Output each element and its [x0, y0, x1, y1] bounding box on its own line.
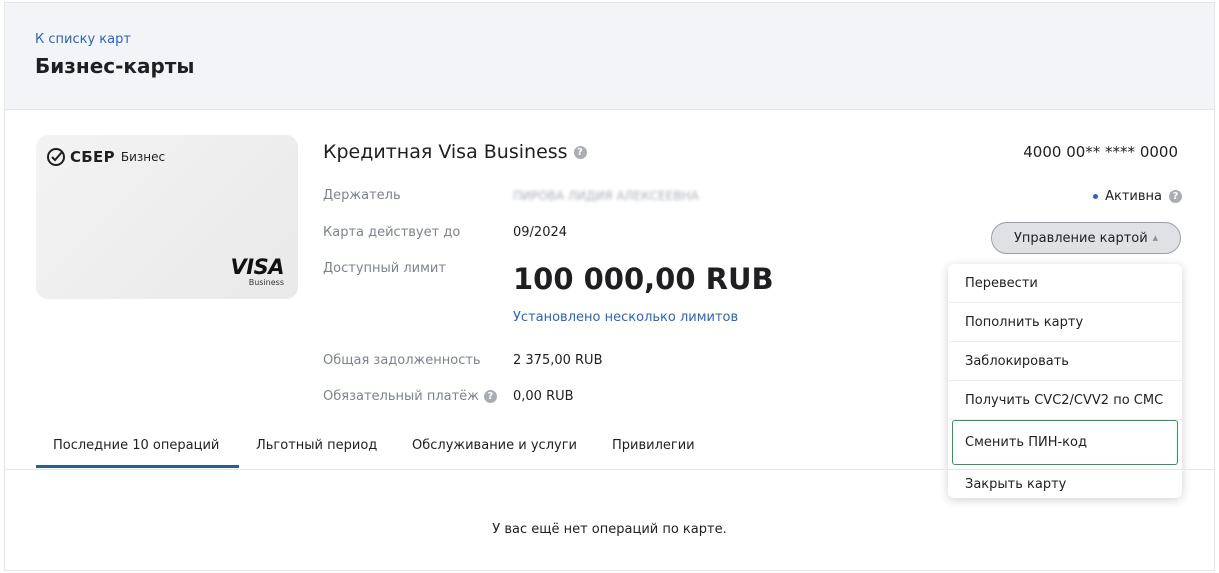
menu-item-block[interactable]: Заблокировать — [948, 342, 1182, 381]
holder-value: ПИРОВА ЛИДИЯ АЛЕКСЕЕВНА — [513, 189, 699, 203]
page-frame: К списку карт Бизнес-карты СБЕР Бизнес V… — [4, 2, 1215, 571]
sber-brand-sub: Бизнес — [120, 150, 166, 164]
valid-until-value: 09/2024 — [513, 225, 568, 240]
card-number: 4000 00** **** 0000 — [1023, 143, 1178, 161]
mandatory-payment-value: 0,00 RUB — [513, 389, 574, 404]
empty-operations-message: У вас ещё нет операций по карте. — [492, 522, 727, 537]
tab-services[interactable]: Обслуживание и услуги — [412, 438, 577, 453]
menu-item-transfer[interactable]: Перевести — [948, 264, 1182, 303]
mandatory-payment-label-text: Обязательный платёж — [323, 389, 479, 404]
page-header: К списку карт Бизнес-карты — [5, 3, 1214, 110]
sber-brand-text: СБЕР — [70, 148, 115, 166]
valid-until-label: Карта действует до — [323, 225, 461, 240]
card-name-text: Кредитная Visa Business — [323, 141, 568, 163]
visa-sub: Business — [248, 278, 284, 287]
visa-word: VISA — [230, 255, 285, 279]
status-info-icon[interactable]: ? — [1169, 190, 1182, 203]
tab-privileges[interactable]: Привилегии — [612, 438, 695, 453]
page-title: Бизнес-карты — [35, 54, 195, 78]
sber-check-icon — [47, 148, 65, 166]
status-text: Активна — [1105, 189, 1162, 204]
sber-logo: СБЕР Бизнес — [46, 147, 165, 167]
total-debt-value: 2 375,00 RUB — [513, 353, 603, 368]
status-dot-icon — [1093, 194, 1099, 199]
back-to-cards-link[interactable]: К списку карт — [35, 32, 131, 47]
card-status: Активна ? — [1093, 189, 1182, 204]
manage-card-label: Управление картой — [1013, 230, 1148, 246]
total-debt-label: Общая задолженность — [323, 353, 481, 368]
manage-card-button[interactable]: Управление картой ▲ — [991, 222, 1181, 254]
limits-link[interactable]: Установлено несколько лимитов — [513, 310, 738, 325]
caret-up-icon: ▲ — [1152, 234, 1159, 242]
menu-item-top-up[interactable]: Пополнить карту — [948, 303, 1182, 342]
limit-label: Доступный лимит — [323, 261, 446, 276]
tab-last-operations[interactable]: Последние 10 операций — [53, 438, 219, 453]
card-name: Кредитная Visa Business ? — [323, 141, 587, 163]
mandatory-payment-label: Обязательный платёж ? — [323, 389, 497, 404]
payment-info-icon[interactable]: ? — [483, 390, 497, 403]
card-info-icon[interactable]: ? — [573, 145, 587, 159]
card-tabs: Последние 10 операций Льготный период Об… — [5, 423, 1214, 470]
holder-label: Держатель — [323, 188, 401, 203]
menu-item-close-card[interactable]: Закрыть карту — [948, 465, 1182, 504]
visa-logo: VISA Business — [230, 255, 285, 287]
menu-item-get-cvc[interactable]: Получить CVC2/CVV2 по СМС — [948, 381, 1182, 420]
available-limit-value: 100 000,00 RUB — [513, 262, 774, 296]
active-tab-indicator — [36, 465, 239, 468]
tab-grace-period[interactable]: Льготный период — [256, 438, 377, 453]
card-image: СБЕР Бизнес VISA Business — [36, 135, 298, 299]
